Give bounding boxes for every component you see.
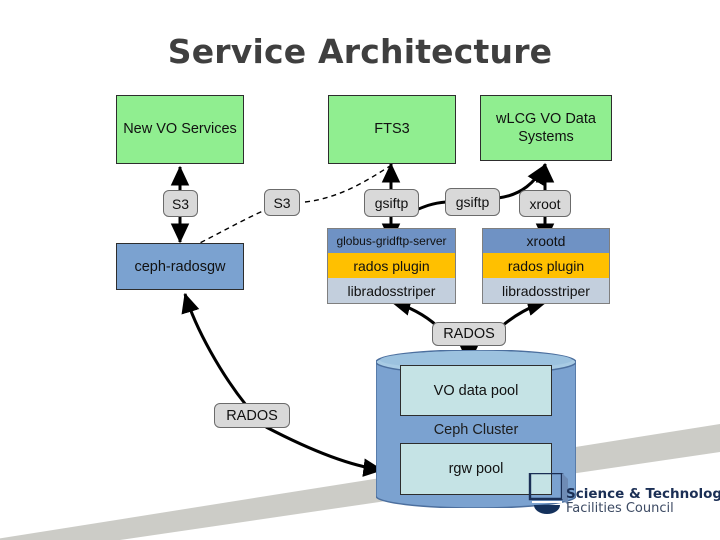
- stfc-logo-mark-icon: [528, 473, 568, 514]
- stfc-logo-line1: Science & Technology: [566, 486, 720, 502]
- stfc-logo-text: Science & Technology Facilities Council: [566, 487, 720, 516]
- slide-canvas: Service Architecture New VO Services FTS…: [0, 0, 720, 540]
- stfc-logo: Science & Technology Facilities Council: [0, 0, 720, 540]
- stfc-logo-line2: Facilities Council: [566, 500, 674, 516]
